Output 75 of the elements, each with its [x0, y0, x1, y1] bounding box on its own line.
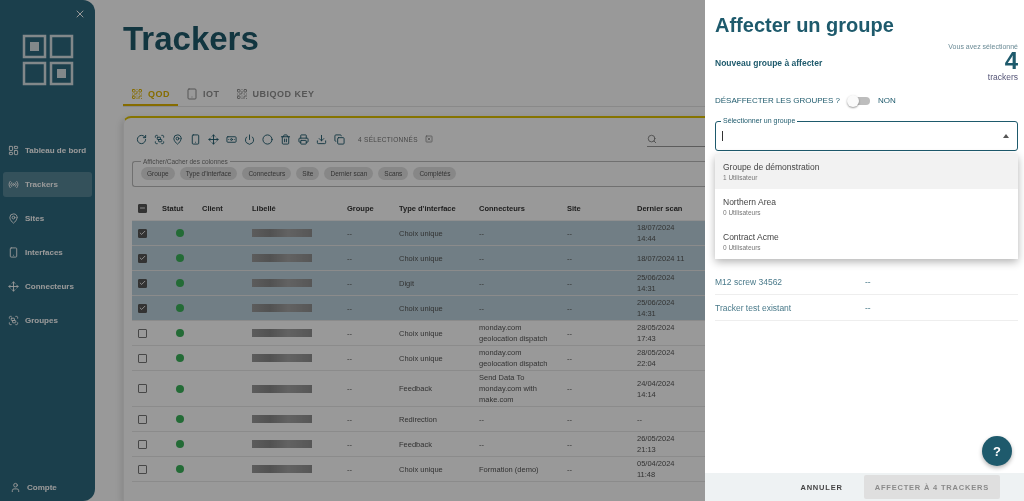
row-checkbox[interactable] [138, 464, 147, 474]
account-link[interactable]: Compte [3, 482, 92, 493]
toggle-label: DÉSAFFECTER LES GROUPES ? [715, 96, 840, 105]
blurred-text [252, 304, 312, 312]
check-icon [139, 254, 146, 262]
group-icon [8, 315, 19, 326]
drawer-subtitle: Nouveau groupe à affecter [715, 57, 823, 68]
row-checkbox[interactable] [138, 228, 147, 238]
banknote-icon[interactable] [226, 133, 237, 145]
sidebar-item[interactable]: Tableau de bord [3, 138, 92, 163]
row-checkbox[interactable] [138, 414, 147, 424]
row-checkbox[interactable] [138, 353, 147, 363]
pin-icon[interactable] [172, 133, 183, 145]
blurred-text [252, 254, 312, 262]
pin-icon [8, 213, 19, 224]
blurred-text [252, 415, 312, 423]
sidebar-item[interactable]: Interfaces [3, 240, 92, 265]
clear-selection-icon[interactable] [424, 135, 433, 143]
row-checkbox[interactable] [138, 253, 147, 263]
group-icon[interactable] [154, 133, 165, 145]
selection-number: 4 [1004, 50, 1018, 72]
selection-unit: trackers [987, 72, 1018, 82]
power-icon[interactable] [244, 133, 255, 145]
sidebar-item[interactable]: Connecteurs [3, 274, 92, 299]
help-button[interactable]: ? [982, 436, 1012, 466]
tracker-name: Tracker test existant [715, 302, 793, 313]
tab[interactable]: IOT [178, 84, 228, 106]
tracker-group: -- [865, 276, 1018, 287]
blurred-text [252, 440, 312, 448]
phone-icon [8, 247, 19, 258]
row-checkbox[interactable] [138, 384, 147, 393]
row-checkbox[interactable] [138, 439, 147, 449]
user-icon [10, 482, 21, 493]
dashboard-icon [8, 145, 19, 156]
arrows-icon[interactable] [208, 133, 219, 145]
check-icon [139, 279, 146, 287]
tablet-icon [186, 88, 198, 100]
toggle-value: NON [877, 96, 896, 105]
circle-icon[interactable] [262, 133, 273, 145]
trash-icon[interactable] [280, 133, 291, 145]
copy-icon[interactable] [334, 133, 345, 145]
page-title: Trackers [123, 20, 260, 58]
row-checkbox[interactable] [138, 278, 147, 288]
tracker-group: -- [865, 302, 1018, 313]
caret-icon [1003, 134, 1009, 138]
check-icon [139, 304, 146, 312]
drawer-title: Affecter un groupe [715, 14, 895, 37]
download-icon[interactable] [316, 133, 327, 145]
modal-backdrop[interactable] [0, 0, 705, 501]
sidebar-item[interactable]: Groupes [3, 308, 92, 333]
row-checkbox[interactable] [138, 303, 147, 313]
sidebar-item[interactable]: Sites [3, 206, 92, 231]
logo-icon [22, 34, 74, 86]
refresh-icon[interactable] [136, 133, 147, 145]
phone-icon[interactable] [190, 133, 201, 145]
tab[interactable]: UBIQOD KEY [227, 84, 323, 106]
blurred-text [252, 465, 312, 473]
blurred-text [252, 229, 312, 237]
close-button[interactable] [74, 8, 86, 20]
qr-code-icon [235, 88, 248, 100]
qr-code-icon [131, 88, 143, 100]
row-checkbox[interactable] [138, 328, 147, 338]
blurred-text [252, 354, 312, 362]
printer-icon[interactable] [298, 133, 309, 145]
select-all-checkbox[interactable] [138, 203, 147, 213]
blurred-text [252, 329, 312, 337]
toggle-switch[interactable] [847, 96, 870, 105]
search-icon [647, 133, 657, 144]
blurred-text [252, 384, 312, 393]
minus-icon [139, 204, 146, 212]
check-icon [139, 229, 146, 237]
blurred-text [252, 279, 312, 287]
radio-icon [8, 179, 19, 190]
arrows-icon [8, 281, 19, 292]
tracker-name: M12 screw 34562 [715, 276, 784, 287]
